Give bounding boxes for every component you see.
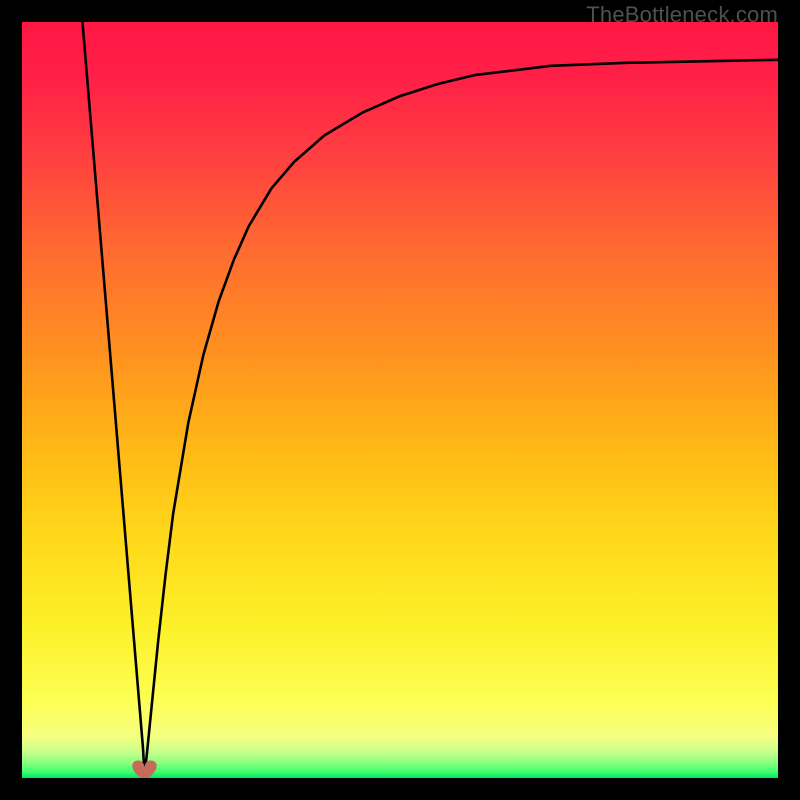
chart-frame: TheBottleneck.com	[0, 0, 800, 800]
watermark-text: TheBottleneck.com	[586, 2, 778, 28]
chart-plot	[22, 22, 778, 778]
